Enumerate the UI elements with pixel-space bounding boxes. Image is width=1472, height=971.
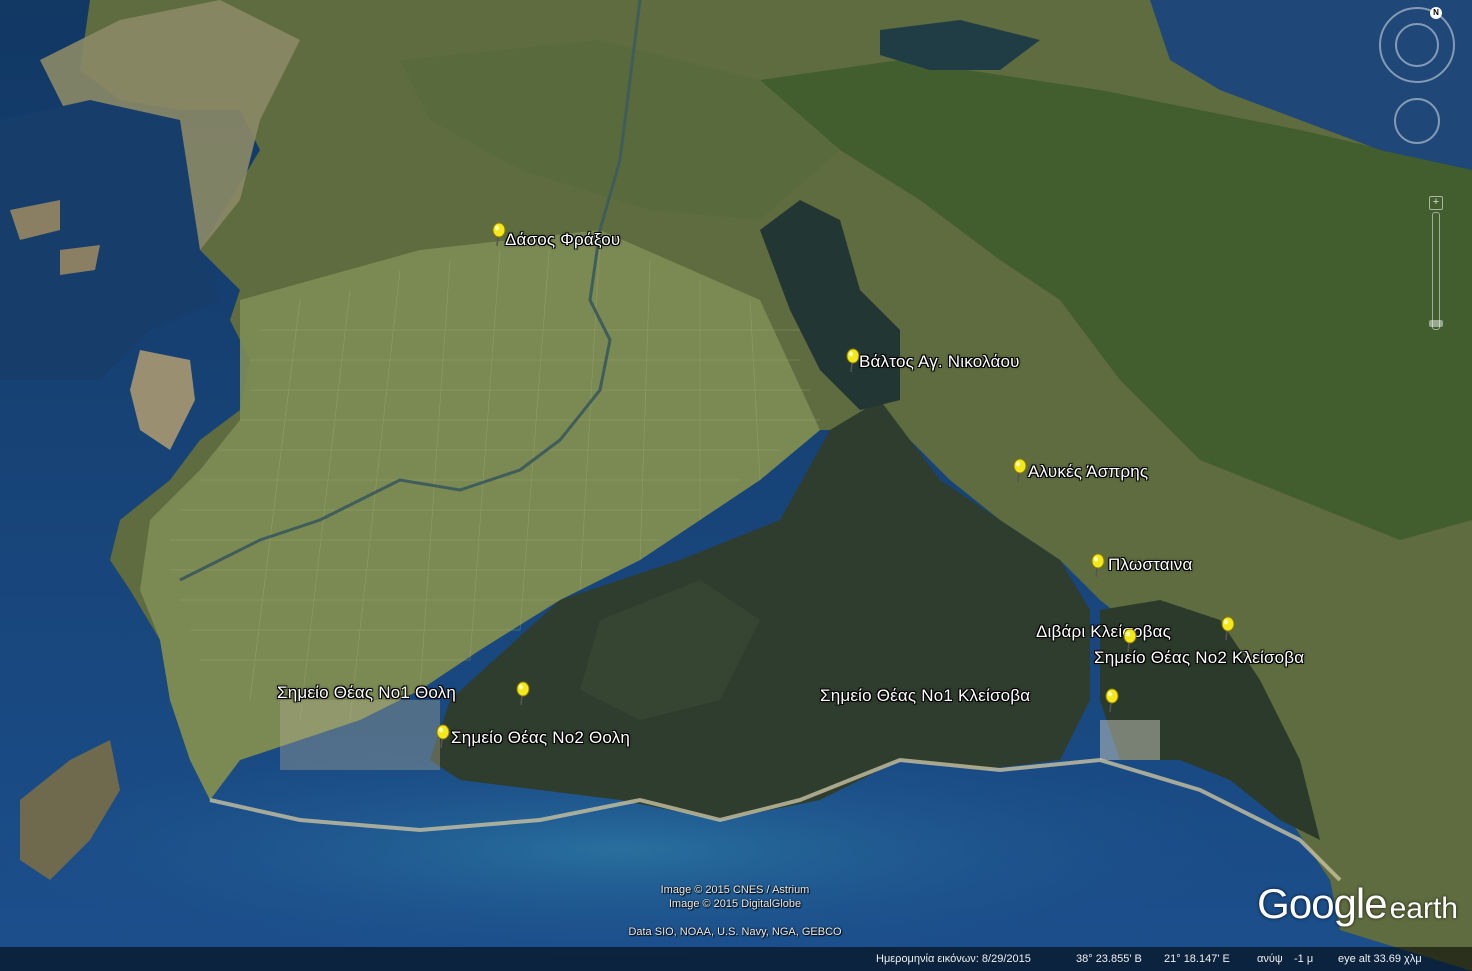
credit-line: Image © 2015 DigitalGlobe [668, 898, 802, 910]
longitude-readout: 21° 18.147' Ε [1164, 953, 1230, 965]
logo-word-google: Google [1257, 880, 1387, 927]
logo-word-earth: earth [1389, 892, 1458, 925]
credit-line: Image © 2015 CNES / Astrium [660, 884, 810, 896]
elevation-readout: -1 μ [1294, 953, 1314, 965]
placemark-label: Πλωσταινα [1108, 555, 1193, 574]
zoom-in-button[interactable]: + [1429, 196, 1443, 210]
imagery-credits: Image © 2015 CNES / Astrium Image © 2015… [600, 884, 870, 938]
look-joystick-icon[interactable] [1395, 23, 1439, 67]
placemark-label: Βάλτος Αγ. Νικολάου [859, 352, 1020, 371]
move-joystick-icon[interactable] [1394, 98, 1440, 144]
placemark-label: Διβάρι Κλείσοβας [1036, 622, 1172, 641]
eye-altitude-readout: eye alt 33.69 χλμ [1338, 953, 1422, 965]
satellite-terrain [0, 0, 1472, 971]
placemark-label: Σημείο Θέας Νο2 Κλείσοβα [1094, 648, 1305, 667]
placemark-label: Σημείο Θέας Νο2 Θολη [451, 728, 631, 747]
yellow-pushpin-icon [1013, 458, 1027, 483]
elevation-label: ανύψ [1257, 953, 1283, 965]
google-earth-logo: Google earth [1257, 880, 1458, 928]
credit-line: Data SIO, NOAA, U.S. Navy, NGA, GEBCO [628, 926, 842, 938]
zoom-slider-icon[interactable] [1432, 212, 1440, 330]
status-bar: Ημερομηνία εικόνων: 8/29/2015 38° 23.855… [0, 947, 1472, 971]
placemark-label: Σημείο Θέας Νο1 Θολη [277, 683, 457, 702]
navigation-controls[interactable]: N + [1377, 0, 1472, 340]
imagery-date: Ημερομηνία εικόνων: 8/29/2015 [876, 953, 1031, 965]
placemark-label: Δάσος Φράξου [505, 230, 621, 249]
yellow-pushpin-icon [1105, 688, 1119, 713]
yellow-pushpin-icon [516, 681, 530, 706]
yellow-pushpin-icon [436, 724, 450, 749]
placemark-label: Σημείο Θέας Νο1 Κλείσοβα [820, 686, 1031, 705]
placemark-label: Αλυκές Άσπρης [1028, 462, 1149, 481]
yellow-pushpin-icon [1221, 616, 1235, 641]
north-indicator[interactable]: N [1430, 7, 1442, 19]
zoom-slider-thumb[interactable] [1429, 320, 1443, 327]
map-viewport[interactable]: Δάσος Φράξου Βάλτος Αγ. Νικολάου Αλυκές … [0, 0, 1472, 971]
yellow-pushpin-icon [1091, 553, 1105, 578]
latitude-readout: 38° 23.855' Β [1076, 953, 1142, 965]
